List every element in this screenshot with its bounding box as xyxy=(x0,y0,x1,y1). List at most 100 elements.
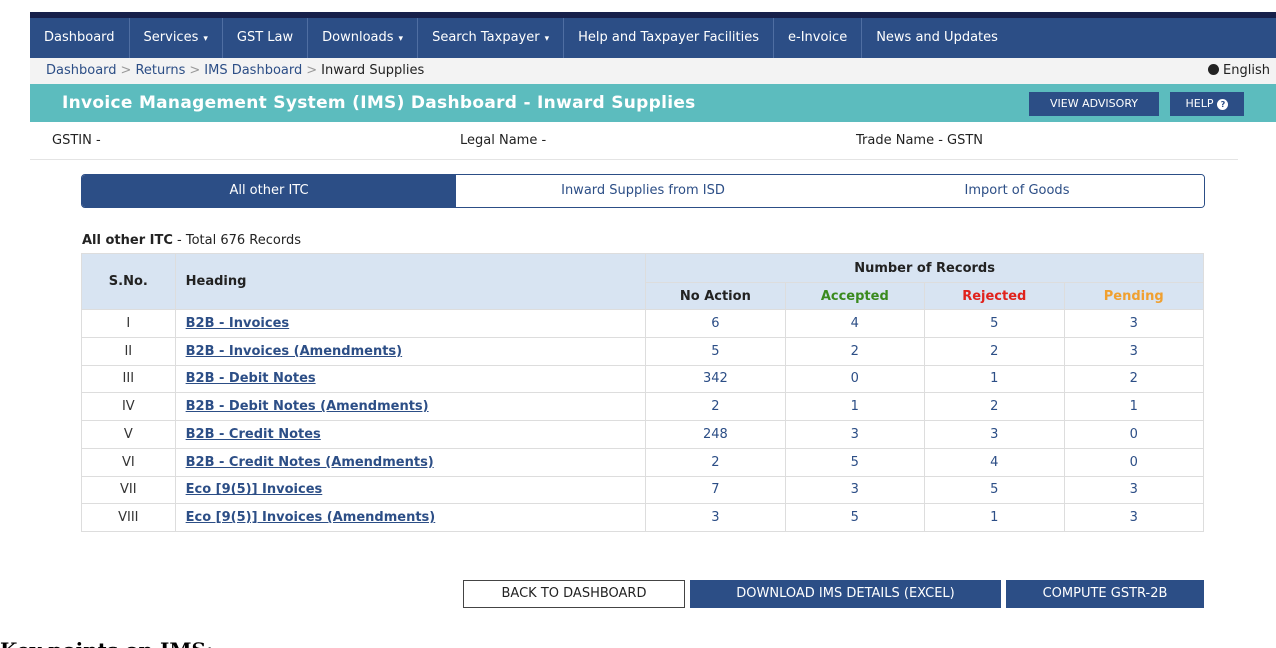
row-no-action: 7 xyxy=(645,475,786,505)
key-points-heading: Key points on IMS: xyxy=(0,638,213,648)
row-sno: II xyxy=(81,336,176,366)
breadcrumb-link[interactable]: Returns xyxy=(135,63,185,78)
col-accepted: Accepted xyxy=(784,282,926,310)
row-pending: 3 xyxy=(1063,309,1204,338)
nav-item-dashboard[interactable]: Dashboard xyxy=(30,18,130,58)
breadcrumb-separator: > xyxy=(306,63,318,78)
help-label: HELP xyxy=(1185,97,1214,110)
trade-name-label: Trade Name - GSTN xyxy=(856,133,984,148)
nav-item-search-taxpayer[interactable]: Search Taxpayer ▾ xyxy=(418,18,565,58)
compute-gstr2b-button[interactable]: COMPUTE GSTR-2B xyxy=(1006,580,1204,608)
nav-item-downloads[interactable]: Downloads ▾ xyxy=(308,18,419,58)
page-title: Invoice Management System (IMS) Dashboar… xyxy=(62,93,696,113)
tab-inward-supplies-from-isd[interactable]: Inward Supplies from ISD xyxy=(456,175,830,207)
row-pending: 2 xyxy=(1063,364,1204,394)
taxpayer-info: GSTIN - Legal Name - Trade Name - GSTN xyxy=(30,122,1238,160)
caret-down-icon: ▾ xyxy=(398,34,404,44)
col-rejected: Rejected xyxy=(924,282,1065,310)
row-heading-cell: B2B - Debit Notes xyxy=(174,364,647,394)
nav-item-services[interactable]: Services ▾ xyxy=(130,18,223,58)
col-no-action: No Action xyxy=(645,282,786,310)
question-icon: ? xyxy=(1217,99,1229,110)
row-pending: 3 xyxy=(1063,475,1204,505)
nav-item-label: Dashboard xyxy=(44,30,115,45)
download-ims-excel-button[interactable]: DOWNLOAD IMS DETAILS (EXCEL) xyxy=(690,580,1001,608)
tab-import-of-goods[interactable]: Import of Goods xyxy=(830,175,1204,207)
breadcrumb-link[interactable]: Dashboard xyxy=(46,63,117,78)
gstin-label: GSTIN - xyxy=(52,133,101,148)
row-pending: 3 xyxy=(1063,336,1204,366)
row-no-action: 2 xyxy=(645,447,786,477)
records-section: All other ITC xyxy=(82,233,173,248)
col-sno: S.No. xyxy=(81,253,176,310)
legal-name-label: Legal Name - xyxy=(460,133,547,148)
caret-down-icon: ▾ xyxy=(203,34,208,44)
help-button[interactable]: HELP? xyxy=(1170,92,1244,116)
view-advisory-button[interactable]: VIEW ADVISORY xyxy=(1029,92,1159,116)
caret-down-icon: ▾ xyxy=(544,34,550,44)
row-heading-cell: Eco [9(5)] Invoices xyxy=(174,475,647,505)
col-pending: Pending xyxy=(1063,282,1204,310)
row-heading-cell: B2B - Credit Notes xyxy=(174,420,647,449)
nav-item-help-and-taxpayer-facilities[interactable]: Help and Taxpayer Facilities xyxy=(564,18,775,58)
row-heading-cell: B2B - Invoices (Amendments) xyxy=(174,336,647,366)
row-sno: I xyxy=(81,309,176,338)
row-sno: VIII xyxy=(81,503,176,532)
nav-item-label: e-Invoice xyxy=(788,30,848,45)
row-accepted: 3 xyxy=(784,420,926,449)
row-heading-link[interactable]: B2B - Debit Notes xyxy=(186,371,316,386)
records-total: - Total 676 Records xyxy=(172,233,301,248)
nav-item-news-and-updates[interactable]: News and Updates xyxy=(862,18,1012,58)
row-rejected: 2 xyxy=(924,336,1065,366)
row-heading-link[interactable]: B2B - Credit Notes (Amendments) xyxy=(186,455,434,470)
row-heading-link[interactable]: B2B - Debit Notes (Amendments) xyxy=(186,399,429,414)
row-accepted: 3 xyxy=(784,475,926,505)
row-pending: 1 xyxy=(1063,392,1204,421)
row-accepted: 5 xyxy=(784,503,926,532)
row-heading-cell: Eco [9(5)] Invoices (Amendments) xyxy=(174,503,647,532)
row-rejected: 4 xyxy=(924,447,1065,477)
row-no-action: 342 xyxy=(645,364,786,394)
row-heading-link[interactable]: B2B - Invoices xyxy=(186,316,290,331)
nav-item-label: Search Taxpayer xyxy=(432,30,540,45)
breadcrumb-link[interactable]: IMS Dashboard xyxy=(204,63,302,78)
footer-area: Key points on IMS: xyxy=(0,608,1276,648)
nav-item-label: Services xyxy=(143,30,199,45)
table-row: IV B2B - Debit Notes (Amendments) 2 1 2 1 xyxy=(81,392,1204,421)
row-heading-link[interactable]: Eco [9(5)] Invoices (Amendments) xyxy=(186,510,436,525)
row-pending: 0 xyxy=(1063,420,1204,449)
row-heading-link[interactable]: B2B - Invoices (Amendments) xyxy=(186,344,403,359)
table-row: VI B2B - Credit Notes (Amendments) 2 5 4 0 xyxy=(81,447,1204,477)
records-summary: All other ITC - Total 676 Records xyxy=(82,233,301,248)
row-pending: 3 xyxy=(1063,503,1204,532)
row-rejected: 3 xyxy=(924,420,1065,449)
nav-item-label: Downloads xyxy=(322,30,394,45)
col-heading: Heading xyxy=(174,253,647,310)
row-heading-cell: B2B - Invoices xyxy=(174,309,647,338)
main-nav: Dashboard Services ▾ GST Law Downloads ▾ Searc… xyxy=(30,18,1276,58)
row-accepted: 5 xyxy=(784,447,926,477)
breadcrumb-separator: > xyxy=(120,63,132,78)
row-sno: V xyxy=(81,420,176,449)
table-row: V B2B - Credit Notes 248 3 3 0 xyxy=(81,420,1204,449)
row-sno: VII xyxy=(81,475,176,505)
row-rejected: 1 xyxy=(924,503,1065,532)
language-label: English xyxy=(1223,63,1270,78)
tab-all-other-itc[interactable]: All other ITC xyxy=(82,175,456,207)
row-heading-link[interactable]: B2B - Credit Notes xyxy=(186,427,321,442)
row-no-action: 5 xyxy=(645,336,786,366)
row-no-action: 3 xyxy=(645,503,786,532)
row-heading-link[interactable]: Eco [9(5)] Invoices xyxy=(186,482,323,497)
page-header: Invoice Management System (IMS) Dashboar… xyxy=(30,84,1276,122)
row-heading-cell: B2B - Credit Notes (Amendments) xyxy=(174,447,647,477)
row-sno: VI xyxy=(81,447,176,477)
nav-item-e-invoice[interactable]: e-Invoice xyxy=(774,18,863,58)
itc-tabs: All other ITC Inward Supplies from ISD Imp… xyxy=(81,174,1205,208)
row-accepted: 0 xyxy=(784,364,926,394)
nav-item-gst-law[interactable]: GST Law xyxy=(223,18,309,58)
row-rejected: 5 xyxy=(924,475,1065,505)
language-selector[interactable]: English xyxy=(1208,58,1270,84)
back-to-dashboard-button[interactable]: BACK TO DASHBOARD xyxy=(463,580,685,608)
table-row: III B2B - Debit Notes 342 0 1 2 xyxy=(81,364,1204,394)
table-row: VII Eco [9(5)] Invoices 7 3 5 3 xyxy=(81,475,1204,505)
